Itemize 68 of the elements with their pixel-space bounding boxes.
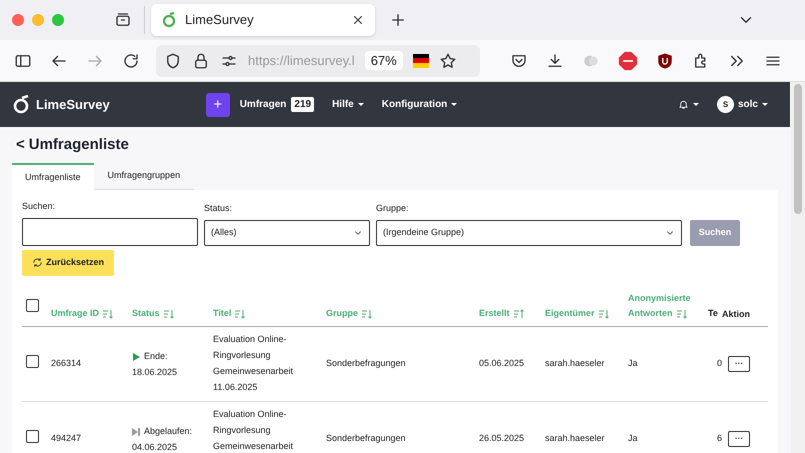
checkbox[interactable] <box>26 299 39 312</box>
search-field[interactable] <box>22 218 198 246</box>
lock-icon[interactable] <box>192 52 210 70</box>
field-label: Gruppe: <box>376 202 410 215</box>
tab-title: LimeSurvey <box>185 11 255 30</box>
checkbox[interactable] <box>26 430 39 444</box>
actions-button[interactable]: ··· <box>728 356 750 372</box>
shield-icon[interactable] <box>164 52 182 70</box>
column-header[interactable]: Te <box>708 306 722 321</box>
field-label: Status: <box>204 202 234 215</box>
stop-sign-icon[interactable] <box>618 50 638 70</box>
status-cell-text: Abgelaufen: 04.06.2025 <box>132 425 194 453</box>
actions-button[interactable]: ··· <box>728 431 750 447</box>
table-cell: Sonderbefragungen <box>326 433 406 444</box>
table-cell: 266314 <box>51 358 82 368</box>
table-cell: 0 <box>716 358 722 368</box>
status-cell-text: Ende: 18.06.2025 <box>132 350 178 379</box>
caret-icon <box>451 102 458 106</box>
nav-menu-item[interactable]: Hilfe <box>332 97 364 112</box>
nav-menu-item[interactable]: Umfragen <box>240 97 286 112</box>
table-cell: Ja <box>628 433 638 444</box>
url-text: https://limesurvey.l <box>248 52 355 70</box>
table-cell: sarah.haeseler <box>545 358 605 368</box>
table-cell: 26.05.2025 <box>479 433 524 444</box>
column-header: Aktion <box>722 308 750 318</box>
caret-icon <box>358 102 364 106</box>
download-icon[interactable] <box>546 52 564 70</box>
zoom-level[interactable]: 67% <box>364 50 403 70</box>
back-link[interactable]: < <box>16 134 25 156</box>
count-badge: 219 <box>291 97 314 112</box>
user-avatar[interactable]: S <box>716 96 734 113</box>
tab[interactable]: Umfragenliste <box>12 163 94 190</box>
close-icon[interactable] <box>351 13 365 27</box>
bell-icon[interactable] <box>678 99 689 110</box>
scrollbar[interactable] <box>791 82 805 453</box>
browser-tab[interactable]: LimeSurvey <box>151 4 375 36</box>
table-cell: sarah.haeseler <box>545 433 605 444</box>
field-label: Suchen: <box>22 200 56 213</box>
play-icon <box>132 352 140 361</box>
caret-icon <box>762 102 768 106</box>
skip-icon <box>132 428 140 436</box>
new-tab-icon[interactable] <box>389 11 407 29</box>
nav-menu-item[interactable]: Konfiguration <box>382 97 458 112</box>
create-button[interactable]: + <box>206 92 230 116</box>
status-select[interactable]: (Alles) <box>204 220 370 246</box>
group-select[interactable]: (Irgendeine Gruppe) <box>376 220 682 246</box>
caret-icon <box>692 103 699 106</box>
close-window-button[interactable] <box>12 14 24 26</box>
bookmark-star-icon[interactable] <box>438 52 457 70</box>
table-cell: 05.06.2025 <box>479 358 524 368</box>
table-cell: 494247 <box>51 433 82 444</box>
table-cell-text: Evaluation Online-Ringvorlesung Gemeinwesenarbeit <box>213 408 294 453</box>
table-cell: 6 <box>716 433 722 444</box>
address-bar[interactable]: https://limesurvey.l 67% <box>156 44 480 76</box>
tab-overview-icon[interactable] <box>114 11 132 29</box>
shield-extension-icon[interactable] <box>656 52 674 70</box>
checkbox[interactable] <box>26 355 39 368</box>
reset-button[interactable]: Zurücksetzen <box>22 250 114 276</box>
table-cell-text: Evaluation Online-Ringvorlesung Gemeinwesenarbeit 11.06.2025 <box>213 333 294 394</box>
german-flag-icon <box>412 54 429 68</box>
table-cell: Sonderbefragungen <box>326 358 406 368</box>
user-menu[interactable]: solc <box>738 97 768 112</box>
table-cell: Ja <box>628 358 638 368</box>
reload-icon[interactable] <box>122 52 140 70</box>
page-title: Umfragenliste <box>28 134 129 155</box>
refresh-icon[interactable] <box>32 257 43 268</box>
brand-name: LimeSurvey <box>36 96 110 114</box>
lime-logo-icon <box>161 12 177 28</box>
